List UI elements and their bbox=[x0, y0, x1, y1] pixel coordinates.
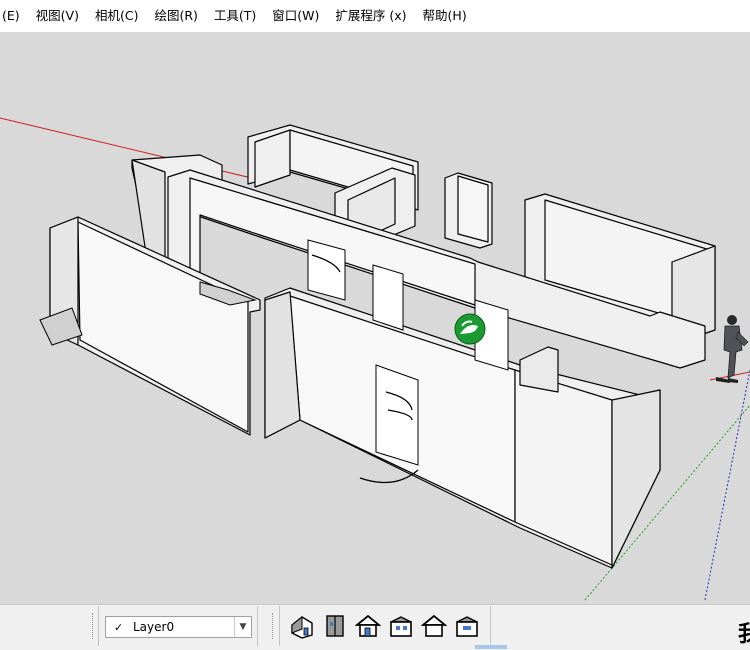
menu-bar: (E) 视图(V) 相机(C) 绘图(R) 工具(T) 窗口(W) 扩展程序 (… bbox=[0, 0, 750, 32]
model-viewport[interactable] bbox=[0, 32, 750, 604]
blue-axis bbox=[704, 369, 750, 601]
layers-toolbar: ✓ Layer0 ▼ bbox=[98, 606, 258, 646]
layer-checkmark-icon: ✓ bbox=[114, 620, 124, 634]
floorplan-model bbox=[0, 117, 750, 601]
iso-house-icon bbox=[291, 615, 313, 639]
toolbar-grip[interactable] bbox=[92, 613, 96, 639]
scale-figure bbox=[716, 315, 749, 383]
layer-dropdown[interactable]: ✓ Layer0 ▼ bbox=[105, 616, 252, 638]
left-house-icon bbox=[456, 616, 478, 637]
top-house-icon bbox=[326, 615, 344, 637]
back-house-icon bbox=[421, 614, 447, 637]
menu-tools[interactable]: 工具(T) bbox=[206, 0, 264, 32]
partial-text: 我 bbox=[738, 622, 750, 647]
menu-help[interactable]: 帮助(H) bbox=[415, 0, 475, 32]
menu-extensions[interactable]: 扩展程序 (x) bbox=[327, 0, 414, 32]
menu-camera[interactable]: 相机(C) bbox=[87, 0, 146, 32]
views-toolbar bbox=[279, 606, 491, 646]
menu-window[interactable]: 窗口(W) bbox=[264, 0, 327, 32]
right-house-icon bbox=[390, 616, 412, 637]
menu-edit[interactable]: (E) bbox=[0, 0, 28, 32]
status-indicator bbox=[475, 645, 507, 649]
iso-view-button[interactable] bbox=[288, 612, 316, 640]
right-view-button[interactable] bbox=[387, 612, 415, 640]
front-house-icon bbox=[355, 614, 381, 637]
left-view-button[interactable] bbox=[453, 612, 481, 640]
chevron-down-icon[interactable]: ▼ bbox=[234, 617, 251, 637]
toolbar-grip[interactable] bbox=[272, 613, 276, 639]
orbit-hand-icon bbox=[454, 313, 486, 345]
back-view-button[interactable] bbox=[420, 612, 448, 640]
front-view-button[interactable] bbox=[354, 612, 382, 640]
menu-draw[interactable]: 绘图(R) bbox=[146, 0, 205, 32]
menu-view[interactable]: 视图(V) bbox=[28, 0, 87, 32]
bottom-toolbar: ✓ Layer0 ▼ 我 bbox=[0, 604, 750, 650]
layer-name: Layer0 bbox=[133, 620, 175, 634]
top-view-button[interactable] bbox=[321, 612, 349, 640]
